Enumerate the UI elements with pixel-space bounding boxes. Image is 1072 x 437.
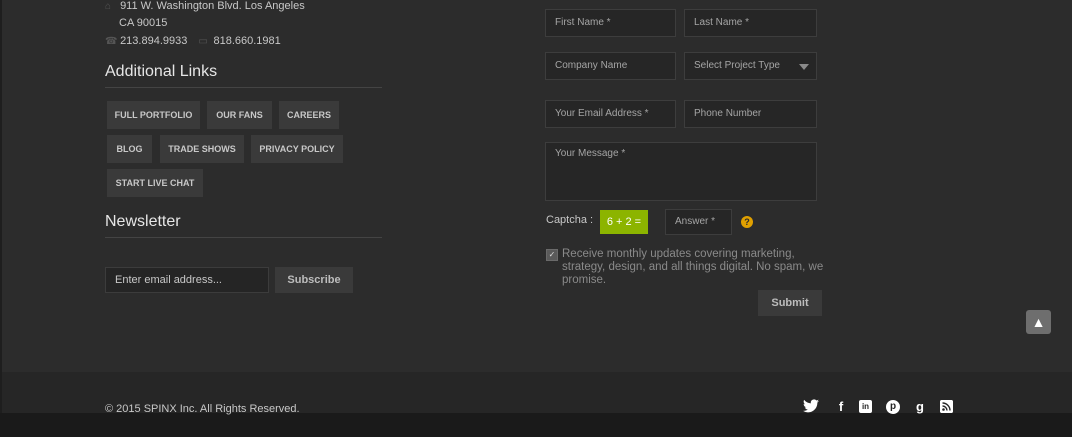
newsletter-title: Newsletter xyxy=(105,213,382,238)
message-textarea[interactable]: Your Message * xyxy=(545,142,817,201)
chevron-down-icon xyxy=(799,64,809,70)
contact-phones: ☎ 213.894.9933 ▭ 818.660.1981 xyxy=(105,35,281,47)
home-icon: ⌂ xyxy=(105,1,112,12)
bottom-bar xyxy=(0,413,1072,437)
first-name-input[interactable]: First Name * xyxy=(545,9,676,37)
phone-icon: ☎ xyxy=(105,36,118,47)
link-our-fans[interactable]: OUR FANS xyxy=(207,101,272,129)
link-trade-shows[interactable]: TRADE SHOWS xyxy=(160,135,244,163)
linkedin-icon[interactable]: in xyxy=(859,400,872,413)
last-name-input[interactable]: Last Name * xyxy=(684,9,817,37)
optin-text: Receive monthly updates covering marketi… xyxy=(562,248,824,286)
chevron-up-icon: ▲ xyxy=(1031,314,1046,330)
link-full-portfolio[interactable]: FULL PORTFOLIO xyxy=(107,101,200,129)
project-type-select[interactable]: Select Project Type xyxy=(684,52,817,80)
link-careers[interactable]: CAREERS xyxy=(279,101,339,129)
address-line-1: ⌂ 911 W. Washington Blvd. Los Angeles xyxy=(105,0,305,12)
email-input[interactable]: Your Email Address * xyxy=(545,100,676,128)
captcha-question: 6 + 2 = xyxy=(600,210,648,234)
copyright-text: © 2015 SPINX Inc. All Rights Reserved. xyxy=(105,403,300,415)
google-plus-icon[interactable]: g xyxy=(912,399,928,415)
fax-number: 818.660.1981 xyxy=(213,35,281,47)
phone-number: 213.894.9933 xyxy=(120,35,188,47)
address-line-2: CA 90015 xyxy=(119,17,168,29)
fax-icon: ▭ xyxy=(198,36,208,47)
facebook-icon[interactable]: f xyxy=(833,399,849,415)
company-name-input[interactable]: Company Name xyxy=(545,52,676,80)
link-start-live-chat[interactable]: START LIVE CHAT xyxy=(107,169,203,197)
help-icon[interactable]: ? xyxy=(741,216,753,228)
subscribe-button[interactable]: Subscribe xyxy=(275,267,353,293)
project-type-value: Select Project Type xyxy=(694,60,780,71)
scroll-to-top-button[interactable]: ▲ xyxy=(1026,310,1051,334)
optin-checkbox[interactable]: ✓ xyxy=(546,249,558,261)
captcha-label: Captcha : xyxy=(546,214,594,226)
phone-input[interactable]: Phone Number xyxy=(684,100,817,128)
link-blog[interactable]: BLOG xyxy=(107,135,152,163)
rss-icon[interactable] xyxy=(940,400,953,413)
captcha-answer-input[interactable]: Answer * xyxy=(665,209,732,235)
twitter-icon[interactable] xyxy=(803,399,819,415)
submit-button[interactable]: Submit xyxy=(758,290,822,316)
additional-links-title: Additional Links xyxy=(105,63,382,88)
newsletter-email-input[interactable]: Enter email address... xyxy=(105,267,269,293)
pinterest-icon[interactable]: p xyxy=(886,400,900,414)
link-privacy-policy[interactable]: PRIVACY POLICY xyxy=(251,135,343,163)
